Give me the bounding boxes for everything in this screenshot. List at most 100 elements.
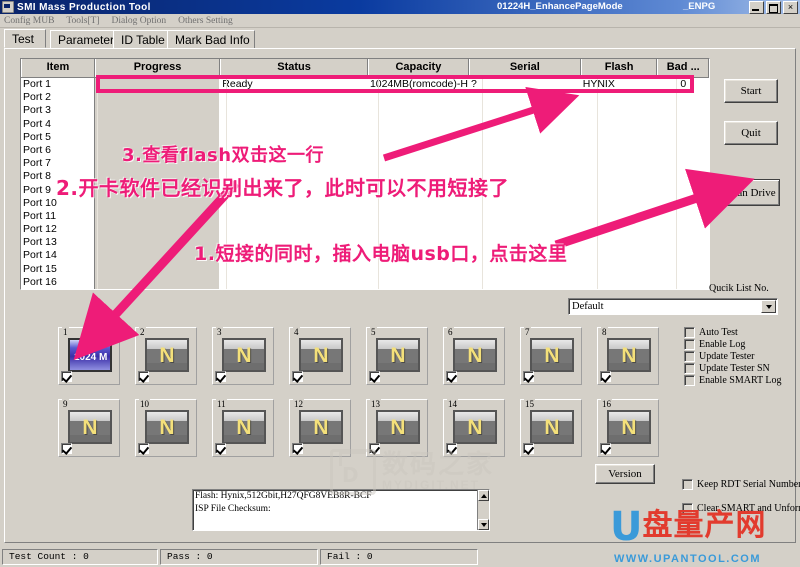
tab-id-table[interactable]: ID Table [113, 30, 169, 48]
slot-checkbox[interactable] [600, 443, 611, 454]
quick-list-select[interactable]: Default [568, 298, 778, 315]
device-slot-13[interactable]: 13 N [366, 399, 428, 457]
checkbox-box[interactable] [684, 339, 695, 350]
device-slot-15[interactable]: 15 N [520, 399, 582, 457]
slot-checkbox[interactable] [138, 443, 149, 454]
column-header-item[interactable]: Item [21, 59, 95, 77]
maximize-icon[interactable] [766, 1, 781, 14]
checkbox-box[interactable] [684, 375, 695, 386]
slot-checkbox[interactable] [369, 443, 380, 454]
menu-item-dialog-option[interactable]: Dialog Option [112, 16, 167, 26]
cell-flash [581, 184, 658, 197]
table-row[interactable]: Port 4 [21, 117, 709, 131]
device-slot-5[interactable]: 5N [366, 327, 428, 385]
cell-flash [581, 276, 658, 289]
slot-checkbox[interactable] [523, 443, 534, 454]
menu-item-others-setting[interactable]: Others Setting [178, 16, 233, 26]
version-button[interactable]: Version [595, 464, 655, 484]
checkbox-box[interactable] [684, 351, 695, 362]
column-header-serial[interactable]: Serial [468, 59, 581, 77]
slot-checkbox[interactable] [600, 371, 611, 382]
device-slot-14[interactable]: 14 N [443, 399, 505, 457]
slot-display-text: N [390, 343, 406, 367]
scan-drive-button[interactable]: Scan Drive [722, 179, 780, 206]
slot-checkbox[interactable] [61, 371, 72, 382]
table-row[interactable]: Port 12 [21, 223, 709, 237]
device-slot-16[interactable]: 16 N [597, 399, 659, 457]
chevron-down-icon[interactable] [761, 300, 776, 313]
table-row[interactable]: Port 11 [21, 209, 709, 224]
slot-checkbox[interactable] [446, 443, 457, 454]
table-row[interactable]: Port 16 [21, 275, 709, 289]
cell-flash [581, 263, 658, 276]
slot-display-text: 1024 M [74, 351, 108, 363]
device-slot-7[interactable]: 7N [520, 327, 582, 385]
slot-number: 16 [601, 399, 612, 409]
device-slot-2[interactable]: 2N [135, 327, 197, 385]
log-textarea[interactable]: Flash: Hynix,512Gbit,H27QFG8VEB8R-BCF IS… [192, 489, 490, 531]
checkbox-update-tester-sn[interactable]: Update Tester SN [684, 363, 770, 374]
cell-capacity [368, 104, 469, 117]
slot-checkbox[interactable] [523, 371, 534, 382]
slot-checkbox[interactable] [446, 371, 457, 382]
slot-checkbox[interactable] [369, 371, 380, 382]
start-button[interactable]: Start [724, 79, 778, 103]
close-icon[interactable]: × [783, 1, 798, 14]
slot-display-text: N [390, 415, 406, 439]
slot-display-text: N [236, 415, 252, 439]
checkbox-update-tester[interactable]: Update Tester [684, 351, 754, 362]
slot-display: N [453, 338, 497, 372]
checkbox-clear-smart-and-unformat[interactable]: Clear SMART and Unformat [682, 503, 800, 514]
tab-mark-bad-info[interactable]: Mark Bad Info [167, 30, 255, 48]
tab-parameter[interactable]: Parameter [50, 30, 115, 48]
column-header-flash[interactable]: Flash [580, 59, 658, 77]
minimize-icon[interactable] [749, 1, 764, 14]
device-slot-12[interactable]: 12 N [289, 399, 351, 457]
slot-display-text: N [544, 415, 560, 439]
checkbox-label: Enable Log [699, 339, 746, 350]
checkbox-box[interactable] [682, 479, 693, 490]
menu-item-tools[interactable]: Tools[T] [66, 16, 99, 26]
scroll-down-icon[interactable] [478, 519, 489, 530]
cell-serial [469, 210, 581, 223]
slot-checkbox[interactable] [215, 371, 226, 382]
menu-item-config-mub[interactable]: Config MUB [4, 16, 54, 26]
slot-checkbox[interactable] [215, 443, 226, 454]
device-slot-4[interactable]: 4N [289, 327, 351, 385]
device-slot-11[interactable]: 11 N [212, 399, 274, 457]
slot-checkbox[interactable] [138, 371, 149, 382]
column-header-progress[interactable]: Progress [94, 59, 221, 77]
checkbox-enable-log[interactable]: Enable Log [684, 339, 745, 350]
quit-button[interactable]: Quit [724, 121, 778, 145]
device-slot-10[interactable]: 10 N [135, 399, 197, 457]
slot-number: 11 [216, 399, 227, 409]
log-scrollbar[interactable] [477, 490, 489, 530]
device-slot-3[interactable]: 3N [212, 327, 274, 385]
checkbox-auto-test[interactable]: Auto Test [684, 327, 738, 338]
checkbox-keep-rdt-serial-number[interactable]: Keep RDT Serial Number [682, 479, 800, 490]
device-slot-1[interactable]: 1 1024 M [58, 327, 120, 385]
checkbox-enable-smart-log[interactable]: Enable SMART Log [684, 375, 782, 386]
cell-capacity: 1024MB(romcode)-H [369, 78, 468, 90]
table-row[interactable]: Port 3 [21, 104, 709, 118]
scroll-up-icon[interactable] [478, 490, 489, 501]
column-header-capacity[interactable]: Capacity [367, 59, 469, 77]
checkbox-box[interactable] [682, 503, 693, 514]
cell-capacity [368, 223, 469, 236]
column-header-bad[interactable]: Bad ... [657, 59, 709, 77]
slot-checkbox[interactable] [292, 443, 303, 454]
cell-bad [658, 104, 709, 117]
checkbox-box[interactable] [684, 327, 695, 338]
device-slot-6[interactable]: 6N [443, 327, 505, 385]
tab-test[interactable]: Test [4, 29, 46, 48]
annotation-step-2: 2.开卡软件已经识别出来了，此时可以不用短接了 [56, 176, 510, 200]
slot-checkbox[interactable] [292, 371, 303, 382]
column-header-status[interactable]: Status [220, 59, 368, 77]
table-row[interactable]: Port 2 [21, 91, 709, 105]
device-slot-9[interactable]: 9N [58, 399, 120, 457]
table-row[interactable]: Port 1 Ready 1024MB(romcode)-H? HYNIX 0 [21, 78, 709, 92]
slot-checkbox[interactable] [61, 443, 72, 454]
checkbox-box[interactable] [684, 363, 695, 374]
cell-item: Port 15 [21, 262, 95, 276]
device-slot-8[interactable]: 8N [597, 327, 659, 385]
